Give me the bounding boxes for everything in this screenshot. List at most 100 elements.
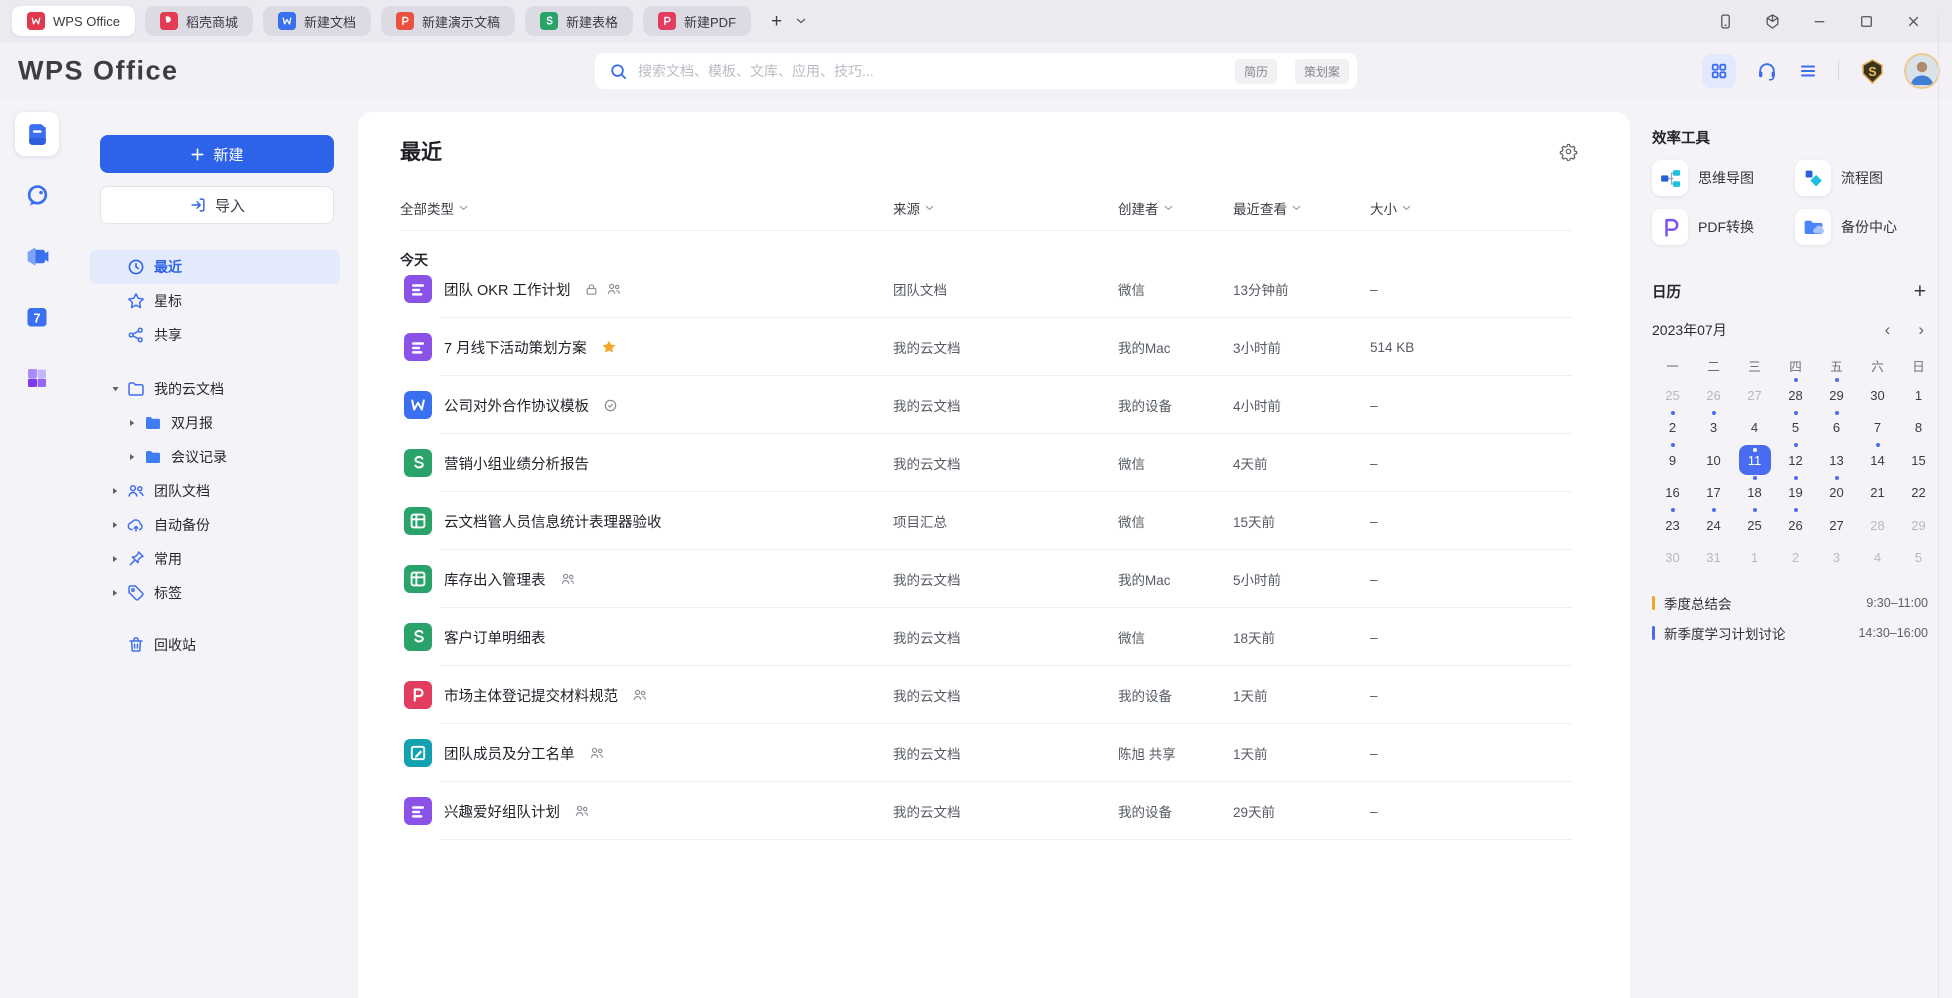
- apps-grid-button[interactable]: [1702, 54, 1736, 88]
- tool-3[interactable]: 备份中心: [1795, 209, 1930, 245]
- rail-item-documents[interactable]: [15, 112, 59, 156]
- rail-item-meeting[interactable]: [15, 234, 59, 278]
- filter-2[interactable]: 创建者: [1118, 198, 1173, 218]
- minimize-button[interactable]: [1811, 13, 1828, 30]
- calendar-day[interactable]: 20: [1821, 479, 1852, 507]
- caret-right-icon[interactable]: [104, 487, 126, 495]
- filter-3[interactable]: 最近查看: [1233, 198, 1301, 218]
- calendar-event[interactable]: 新季度学习计划讨论 14:30–16:00: [1652, 618, 1930, 648]
- user-avatar[interactable]: [1906, 55, 1938, 87]
- close-button[interactable]: [1905, 13, 1922, 30]
- file-row[interactable]: 云文档管人员信息统计表理器验收 项目汇总 微信 15天前 –: [400, 492, 1572, 550]
- calendar-day[interactable]: 29: [1903, 511, 1934, 539]
- caret-down-icon[interactable]: [104, 385, 126, 393]
- calendar-day[interactable]: 4: [1739, 414, 1770, 442]
- file-row[interactable]: 团队成员及分工名单 我的云文档 陈旭 共享 1天前 –: [400, 724, 1572, 782]
- tab-3[interactable]: 新建演示文稿: [381, 6, 515, 36]
- caret-right-icon[interactable]: [104, 589, 126, 597]
- calendar-day[interactable]: 24: [1698, 511, 1729, 539]
- calendar-day[interactable]: 21: [1862, 479, 1893, 507]
- sidebar-tree-item-2[interactable]: 会议记录: [90, 440, 340, 474]
- new-tab-button[interactable]: +: [771, 12, 782, 31]
- calendar-day[interactable]: 9: [1657, 446, 1688, 474]
- calendar-day[interactable]: 14: [1862, 446, 1893, 474]
- filter-0[interactable]: 全部类型: [400, 198, 468, 218]
- file-row[interactable]: 库存出入管理表 我的云文档 我的Mac 5小时前 –: [400, 550, 1572, 608]
- calendar-day[interactable]: 15: [1903, 446, 1934, 474]
- calendar-day[interactable]: 16: [1657, 479, 1688, 507]
- search-tag-resume[interactable]: 简历: [1235, 59, 1277, 84]
- calendar-day[interactable]: 30: [1862, 381, 1893, 409]
- calendar-day[interactable]: 4: [1862, 544, 1893, 572]
- rail-item-calendar[interactable]: 7: [15, 295, 59, 339]
- file-row[interactable]: 公司对外合作协议模板 我的云文档 我的设备 4小时前 –: [400, 376, 1572, 434]
- calendar-day[interactable]: 26: [1698, 381, 1729, 409]
- mobile-button[interactable]: [1717, 13, 1734, 30]
- tab-2[interactable]: 新建文档: [263, 6, 371, 36]
- caret-right-icon[interactable]: [121, 419, 143, 427]
- caret-right-icon[interactable]: [121, 453, 143, 461]
- add-event-button[interactable]: +: [1914, 281, 1926, 302]
- calendar-day-selected[interactable]: 11: [1739, 445, 1771, 475]
- search-tag-plan[interactable]: 策划案: [1295, 59, 1349, 84]
- calendar-day[interactable]: 1: [1903, 381, 1934, 409]
- tool-0[interactable]: 思维导图: [1652, 160, 1795, 196]
- file-row[interactable]: 营销小组业绩分析报告 我的云文档 微信 4天前 –: [400, 434, 1572, 492]
- calendar-day[interactable]: 30: [1657, 544, 1688, 572]
- new-document-button[interactable]: 新建: [100, 135, 334, 173]
- menu-icon[interactable]: [1798, 61, 1818, 81]
- maximize-button[interactable]: [1858, 13, 1875, 30]
- workspace-button[interactable]: [1764, 13, 1781, 30]
- tool-2[interactable]: PDF转换: [1652, 209, 1795, 245]
- tab-0[interactable]: WPS Office: [12, 6, 135, 36]
- sidebar-item-1[interactable]: 星标: [90, 284, 340, 318]
- calendar-day[interactable]: 2: [1780, 544, 1811, 572]
- calendar-event[interactable]: 季度总结会 9:30–11:00: [1652, 588, 1930, 618]
- calendar-day[interactable]: 10: [1698, 446, 1729, 474]
- calendar-day[interactable]: 8: [1903, 414, 1934, 442]
- rail-item-apps[interactable]: [15, 356, 59, 400]
- calendar-day[interactable]: 12: [1780, 446, 1811, 474]
- caret-right-icon[interactable]: [104, 555, 126, 563]
- calendar-day[interactable]: 22: [1903, 479, 1934, 507]
- tab-4[interactable]: 新建表格: [525, 6, 633, 36]
- calendar-day[interactable]: 26: [1780, 511, 1811, 539]
- tab-list-chevron[interactable]: [796, 18, 806, 24]
- caret-right-icon[interactable]: [104, 521, 126, 529]
- tab-5[interactable]: 新建PDF: [643, 6, 751, 36]
- calendar-day[interactable]: 3: [1698, 414, 1729, 442]
- settings-gear-icon[interactable]: [1559, 142, 1578, 161]
- calendar-day[interactable]: 25: [1739, 511, 1770, 539]
- file-row[interactable]: 团队 OKR 工作计划 团队文档 微信 13分钟前 –: [400, 260, 1572, 318]
- calendar-day[interactable]: 28: [1862, 511, 1893, 539]
- tab-1[interactable]: 稻壳商城: [145, 6, 253, 36]
- calendar-day[interactable]: 13: [1821, 446, 1852, 474]
- filter-4[interactable]: 大小: [1370, 198, 1411, 218]
- calendar-day[interactable]: 6: [1821, 414, 1852, 442]
- sidebar-tree-item-3[interactable]: 团队文档: [90, 474, 340, 508]
- calendar-day[interactable]: 17: [1698, 479, 1729, 507]
- filter-1[interactable]: 来源: [893, 198, 934, 218]
- rail-item-chat[interactable]: [15, 173, 59, 217]
- calendar-prev-button[interactable]: ‹: [1885, 320, 1891, 340]
- calendar-day[interactable]: 7: [1862, 414, 1893, 442]
- file-row[interactable]: 兴趣爱好组队计划 我的云文档 我的设备 29天前 –: [400, 782, 1572, 840]
- file-row[interactable]: 7 月线下活动策划方案 我的云文档 我的Mac 3小时前 514 KB: [400, 318, 1572, 376]
- svip-badge[interactable]: S: [1859, 58, 1886, 85]
- calendar-day[interactable]: 18: [1739, 479, 1770, 507]
- calendar-day[interactable]: 19: [1780, 479, 1811, 507]
- search-input[interactable]: 搜索文档、模板、文库、应用、技巧... 简历 策划案: [595, 53, 1357, 89]
- headset-support-icon[interactable]: [1756, 60, 1778, 82]
- calendar-day[interactable]: 3: [1821, 544, 1852, 572]
- calendar-day[interactable]: 5: [1780, 414, 1811, 442]
- sidebar-item-0[interactable]: 最近: [90, 250, 340, 284]
- sidebar-tree-item-4[interactable]: 自动备份: [90, 508, 340, 542]
- calendar-day[interactable]: 23: [1657, 511, 1688, 539]
- tool-1[interactable]: 流程图: [1795, 160, 1930, 196]
- sidebar-tree-item-0[interactable]: 我的云文档: [90, 372, 340, 406]
- calendar-day[interactable]: 27: [1739, 381, 1770, 409]
- calendar-day[interactable]: 28: [1780, 381, 1811, 409]
- sidebar-item-trash[interactable]: 回收站: [90, 628, 340, 662]
- calendar-day[interactable]: 25: [1657, 381, 1688, 409]
- file-row[interactable]: 客户订单明细表 我的云文档 微信 18天前 –: [400, 608, 1572, 666]
